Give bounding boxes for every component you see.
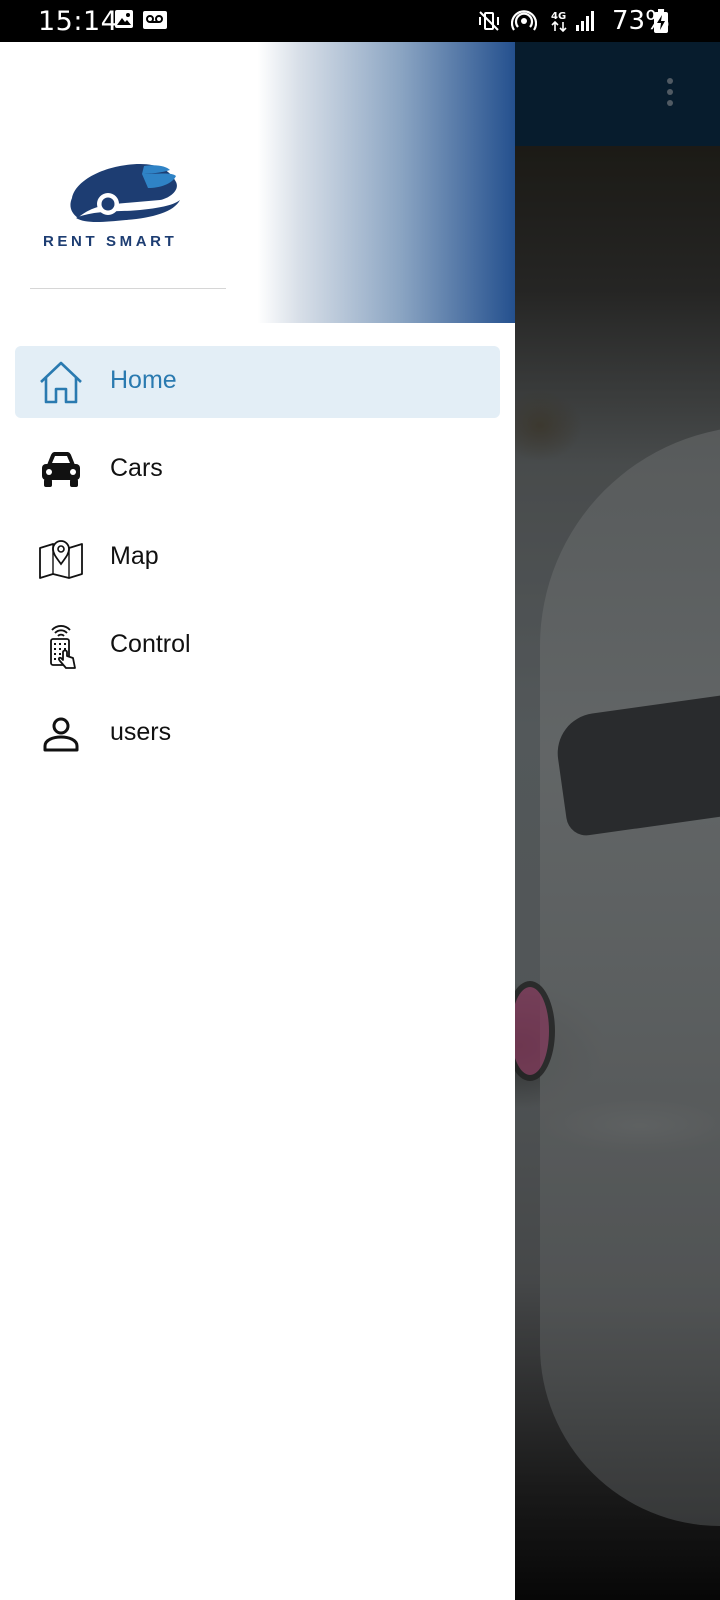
- hotspot-icon: [511, 10, 537, 31]
- logo-text: RENT SMART: [43, 233, 178, 250]
- menu-item-map[interactable]: Map: [15, 522, 500, 594]
- menu-label-control: Control: [110, 630, 191, 658]
- menu-label-map: Map: [110, 542, 159, 570]
- map-pin-icon: [39, 540, 83, 579]
- menu-item-home[interactable]: Home: [15, 346, 500, 418]
- battery-charging-icon: [654, 9, 668, 33]
- drawer-header: RENT SMART: [0, 42, 515, 323]
- status-bar: 15:14 4G 73%: [0, 0, 720, 42]
- signal-icon: [576, 11, 594, 31]
- menu-item-users[interactable]: users: [15, 698, 500, 770]
- user-icon: [43, 717, 79, 752]
- home-icon: [40, 361, 82, 404]
- remote-control-icon: [50, 625, 76, 669]
- voicemail-icon: [143, 11, 167, 29]
- 4g-data-icon: 4G: [551, 11, 567, 33]
- menu-label-cars: Cars: [110, 454, 163, 482]
- menu-label-users: users: [110, 718, 172, 746]
- vibrate-mute-icon: [479, 11, 499, 31]
- image-icon: [115, 10, 133, 28]
- svg-text:4G: 4G: [551, 11, 566, 22]
- menu-item-cars[interactable]: Cars: [15, 434, 500, 506]
- menu-label-home: Home: [110, 366, 177, 394]
- menu-item-control[interactable]: Control: [15, 610, 500, 682]
- navigation-drawer: RENT SMART Home Cars Map Control users: [0, 42, 515, 1600]
- header-divider: [30, 288, 226, 289]
- car-icon: [42, 452, 80, 487]
- status-time: 15:14: [38, 6, 119, 37]
